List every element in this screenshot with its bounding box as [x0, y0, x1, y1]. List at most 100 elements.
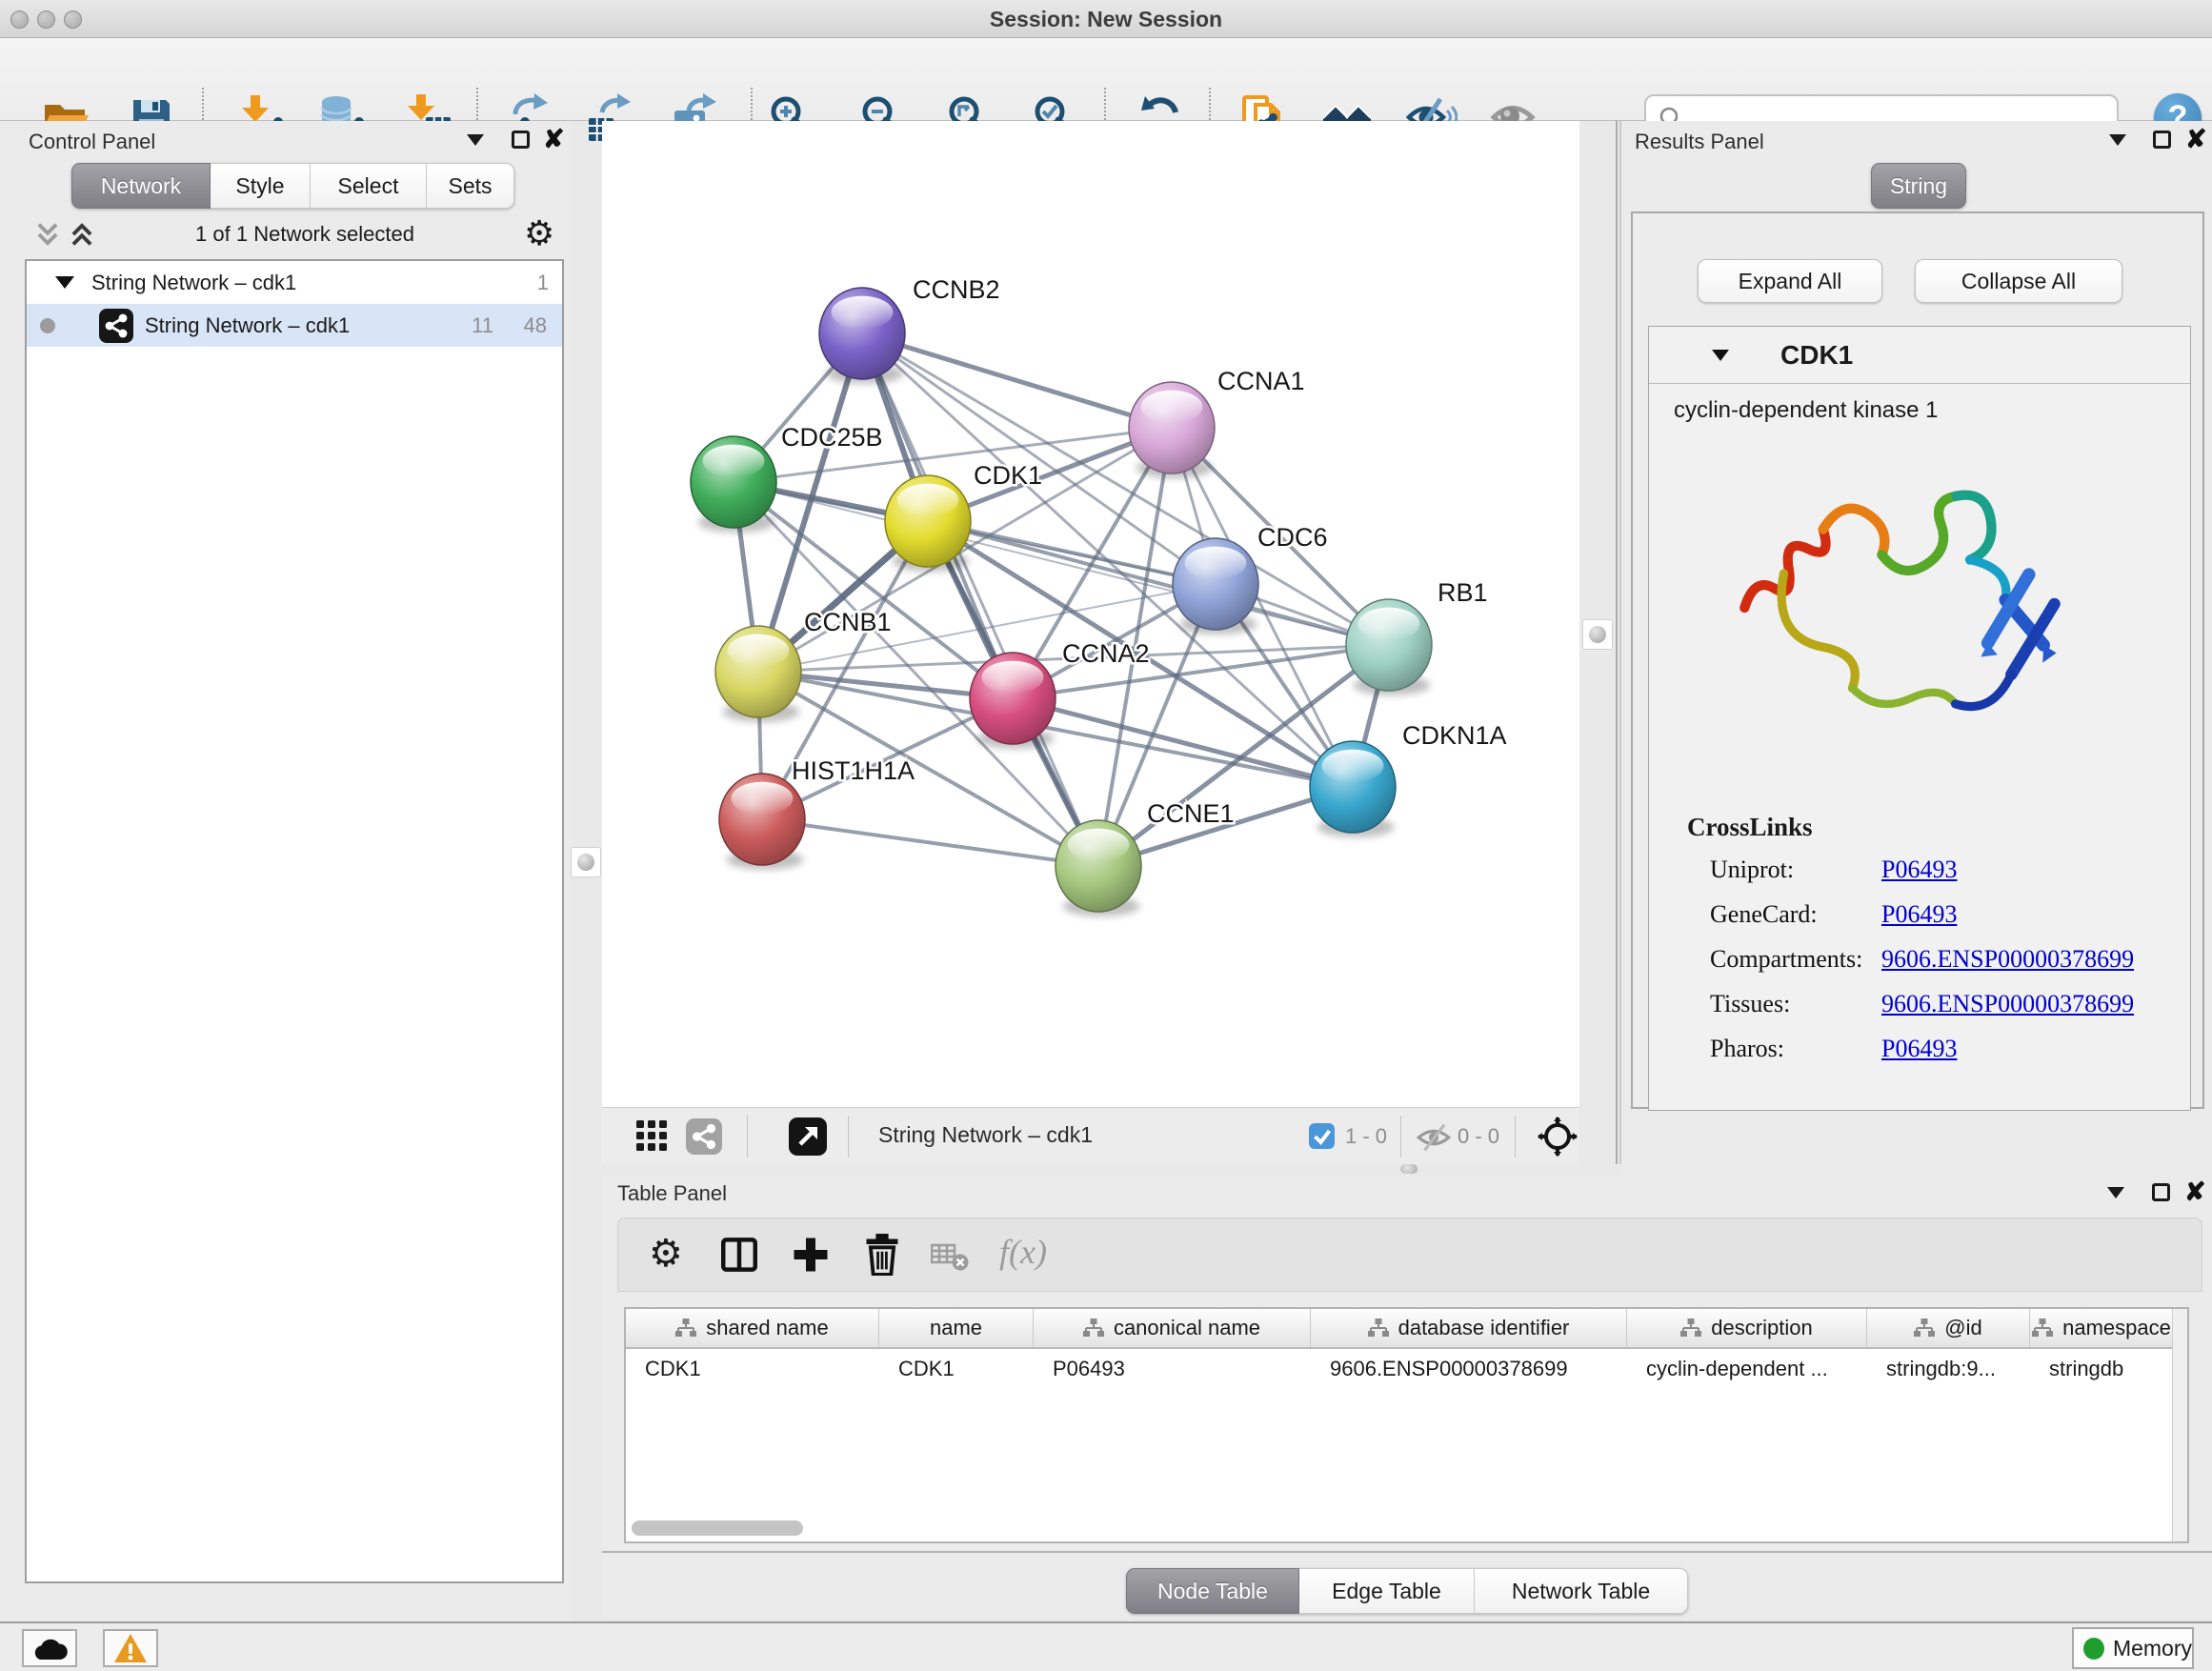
- graph-edge-CCNB2-CCNE1[interactable]: [862, 333, 1098, 866]
- graph-node-CDKN1A[interactable]: [1310, 741, 1396, 837]
- horizontal-splitter-handle[interactable]: [1400, 1164, 1418, 1174]
- graph-node-label: CDC25B: [781, 423, 883, 452]
- graph-edge-HIST1H1A-CCNE1[interactable]: [762, 819, 1098, 866]
- table-panel-title: Table Panel: [617, 1181, 727, 1206]
- network-canvas[interactable]: CCNB2CCNA1CDC25BCDK1CDC6RB1CCNB1CCNA2CDK…: [602, 121, 1579, 1107]
- table-panel-menu-icon[interactable]: [2107, 1187, 2124, 1198]
- control-panel-float-icon[interactable]: [512, 131, 530, 149]
- crosslink-value-link[interactable]: 9606.ENSP00000378699: [1881, 990, 2134, 1018]
- tab-network[interactable]: Network: [71, 163, 211, 209]
- table-panel-divider: [602, 1551, 2212, 1553]
- graph-node-label: CCNA2: [1062, 639, 1150, 668]
- column-header-canonical-name[interactable]: canonical name: [1034, 1309, 1311, 1347]
- graph-node-CDC6[interactable]: [1173, 538, 1258, 634]
- graph-node-CCNA2[interactable]: [970, 653, 1056, 749]
- table-panel-close-icon[interactable]: ✘: [2184, 1181, 2206, 1202]
- network-graph[interactable]: CCNB2CCNA1CDC25BCDK1CDC6RB1CCNB1CCNA2CDK…: [602, 121, 1579, 1107]
- left-splitter-handle[interactable]: [571, 847, 601, 877]
- table-cell[interactable]: CDK1: [645, 1357, 874, 1381]
- graph-node-CDK1[interactable]: [885, 475, 971, 572]
- column-header-database-identifier[interactable]: database identifier: [1311, 1309, 1627, 1347]
- table-cell[interactable]: cyclin-dependent ...: [1646, 1357, 1861, 1381]
- right-splitter-handle[interactable]: [1582, 619, 1613, 650]
- tab-style[interactable]: Style: [211, 163, 311, 209]
- tree-expand-icon[interactable]: [55, 276, 74, 289]
- collapse-all-tree-icon[interactable]: [34, 222, 61, 247]
- table-vertical-scrollbar[interactable]: [2172, 1309, 2187, 1541]
- crosslink-row: Pharos:P06493: [1710, 1035, 2167, 1079]
- protein-collapse-icon[interactable]: [1712, 350, 1729, 361]
- table-cell[interactable]: stringdb: [2049, 1357, 2168, 1381]
- table-cell[interactable]: stringdb:9...: [1886, 1357, 2024, 1381]
- graph-node-label: CDC6: [1257, 523, 1328, 552]
- crosslink-value-link[interactable]: P06493: [1881, 900, 1957, 929]
- table-cell[interactable]: CDK1: [898, 1357, 1028, 1381]
- function-builder-icon[interactable]: f(x): [999, 1232, 1047, 1272]
- fit-selected-crosshair-icon[interactable]: [1538, 1117, 1578, 1157]
- network-collection-row[interactable]: String Network – cdk1 1: [27, 261, 562, 304]
- memory-button[interactable]: Memory: [2072, 1627, 2194, 1669]
- graph-node-CDC25B[interactable]: [691, 436, 776, 533]
- table-cell[interactable]: P06493: [1053, 1357, 1305, 1381]
- network-row-selected[interactable]: String Network – cdk1 11 48: [27, 304, 562, 347]
- tab-node-table[interactable]: Node Table: [1126, 1568, 1299, 1614]
- column-header-namespace[interactable]: namespace: [2030, 1309, 2174, 1347]
- column-header--id[interactable]: @id: [1867, 1309, 2030, 1347]
- graph-node-label: CDKN1A: [1402, 721, 1507, 750]
- graph-node-CCNB1[interactable]: [715, 626, 801, 722]
- delete-table-icon[interactable]: [931, 1241, 969, 1272]
- warning-button[interactable]: [103, 1629, 158, 1667]
- graph-node-label: CCNA1: [1217, 367, 1305, 395]
- expand-all-button[interactable]: Expand All: [1698, 259, 1882, 303]
- graph-edge-CCNB2-CCNA1[interactable]: [862, 333, 1172, 428]
- crosslink-value-link[interactable]: 9606.ENSP00000378699: [1881, 945, 2134, 974]
- control-panel-gear-icon[interactable]: ⚙: [524, 214, 554, 253]
- add-column-icon[interactable]: [792, 1236, 830, 1274]
- graph-node-CCNE1[interactable]: [1056, 820, 1141, 916]
- results-panel-close-icon[interactable]: ✘: [2185, 129, 2207, 150]
- table-cell[interactable]: 9606.ENSP00000378699: [1330, 1357, 1621, 1381]
- tab-string[interactable]: String: [1871, 163, 1966, 209]
- results-panel-menu-icon[interactable]: [2109, 134, 2126, 146]
- tab-edge-table[interactable]: Edge Table: [1299, 1568, 1475, 1614]
- column-tree-icon: [2032, 1319, 2053, 1338]
- control-panel-close-icon[interactable]: ✘: [543, 129, 565, 150]
- network-type-icon: [99, 309, 133, 343]
- column-header-label: description: [1711, 1316, 1812, 1340]
- column-header-description[interactable]: description: [1627, 1309, 1867, 1347]
- selected-checkbox-icon[interactable]: [1309, 1123, 1335, 1149]
- graph-node-CCNA1[interactable]: [1129, 382, 1215, 478]
- graph-node-label: CCNE1: [1147, 799, 1235, 828]
- control-panel-menu-icon[interactable]: [467, 134, 484, 146]
- show-columns-icon[interactable]: [721, 1238, 757, 1272]
- graph-node-CCNB2[interactable]: [819, 288, 905, 384]
- table-horizontal-scrollbar[interactable]: [628, 1520, 2181, 1538]
- protein-name: CDK1: [1780, 340, 1853, 371]
- tab-select[interactable]: Select: [311, 163, 427, 209]
- collapse-all-button[interactable]: Collapse All: [1915, 259, 2122, 303]
- tab-sets[interactable]: Sets: [427, 163, 514, 209]
- graph-node-RB1[interactable]: [1346, 599, 1432, 695]
- protein-section-header[interactable]: CDK1: [1649, 327, 2190, 384]
- cloud-button[interactable]: [22, 1629, 77, 1667]
- column-header-shared-name[interactable]: shared name: [626, 1309, 879, 1347]
- detach-view-icon[interactable]: [789, 1117, 827, 1156]
- crosslink-value-link[interactable]: P06493: [1881, 856, 1957, 884]
- grid-view-icon[interactable]: [636, 1120, 669, 1153]
- crosslink-value-link[interactable]: P06493: [1881, 1035, 1957, 1063]
- network-share-view-icon[interactable]: [686, 1118, 722, 1155]
- results-panel-float-icon[interactable]: [2153, 131, 2171, 149]
- tab-network-table[interactable]: Network Table: [1475, 1568, 1688, 1614]
- expand-all-tree-icon[interactable]: [69, 222, 95, 247]
- graph-node-HIST1H1A[interactable]: [719, 774, 805, 870]
- protein-structure-image: [1701, 441, 2101, 775]
- table-settings-gear-icon[interactable]: ⚙: [649, 1232, 683, 1276]
- network-view-toolbar: String Network – cdk1 1 - 0 0 - 0: [602, 1107, 1579, 1164]
- table-panel-float-icon[interactable]: [2152, 1183, 2170, 1201]
- column-header-name[interactable]: name: [879, 1309, 1034, 1347]
- title-bar: Session: New Session: [0, 0, 2212, 38]
- delete-column-trash-icon[interactable]: [864, 1234, 900, 1276]
- crosslink-label: Tissues:: [1710, 990, 1790, 1017]
- crosslink-label: GeneCard:: [1710, 900, 1818, 928]
- column-tree-icon: [1368, 1319, 1389, 1338]
